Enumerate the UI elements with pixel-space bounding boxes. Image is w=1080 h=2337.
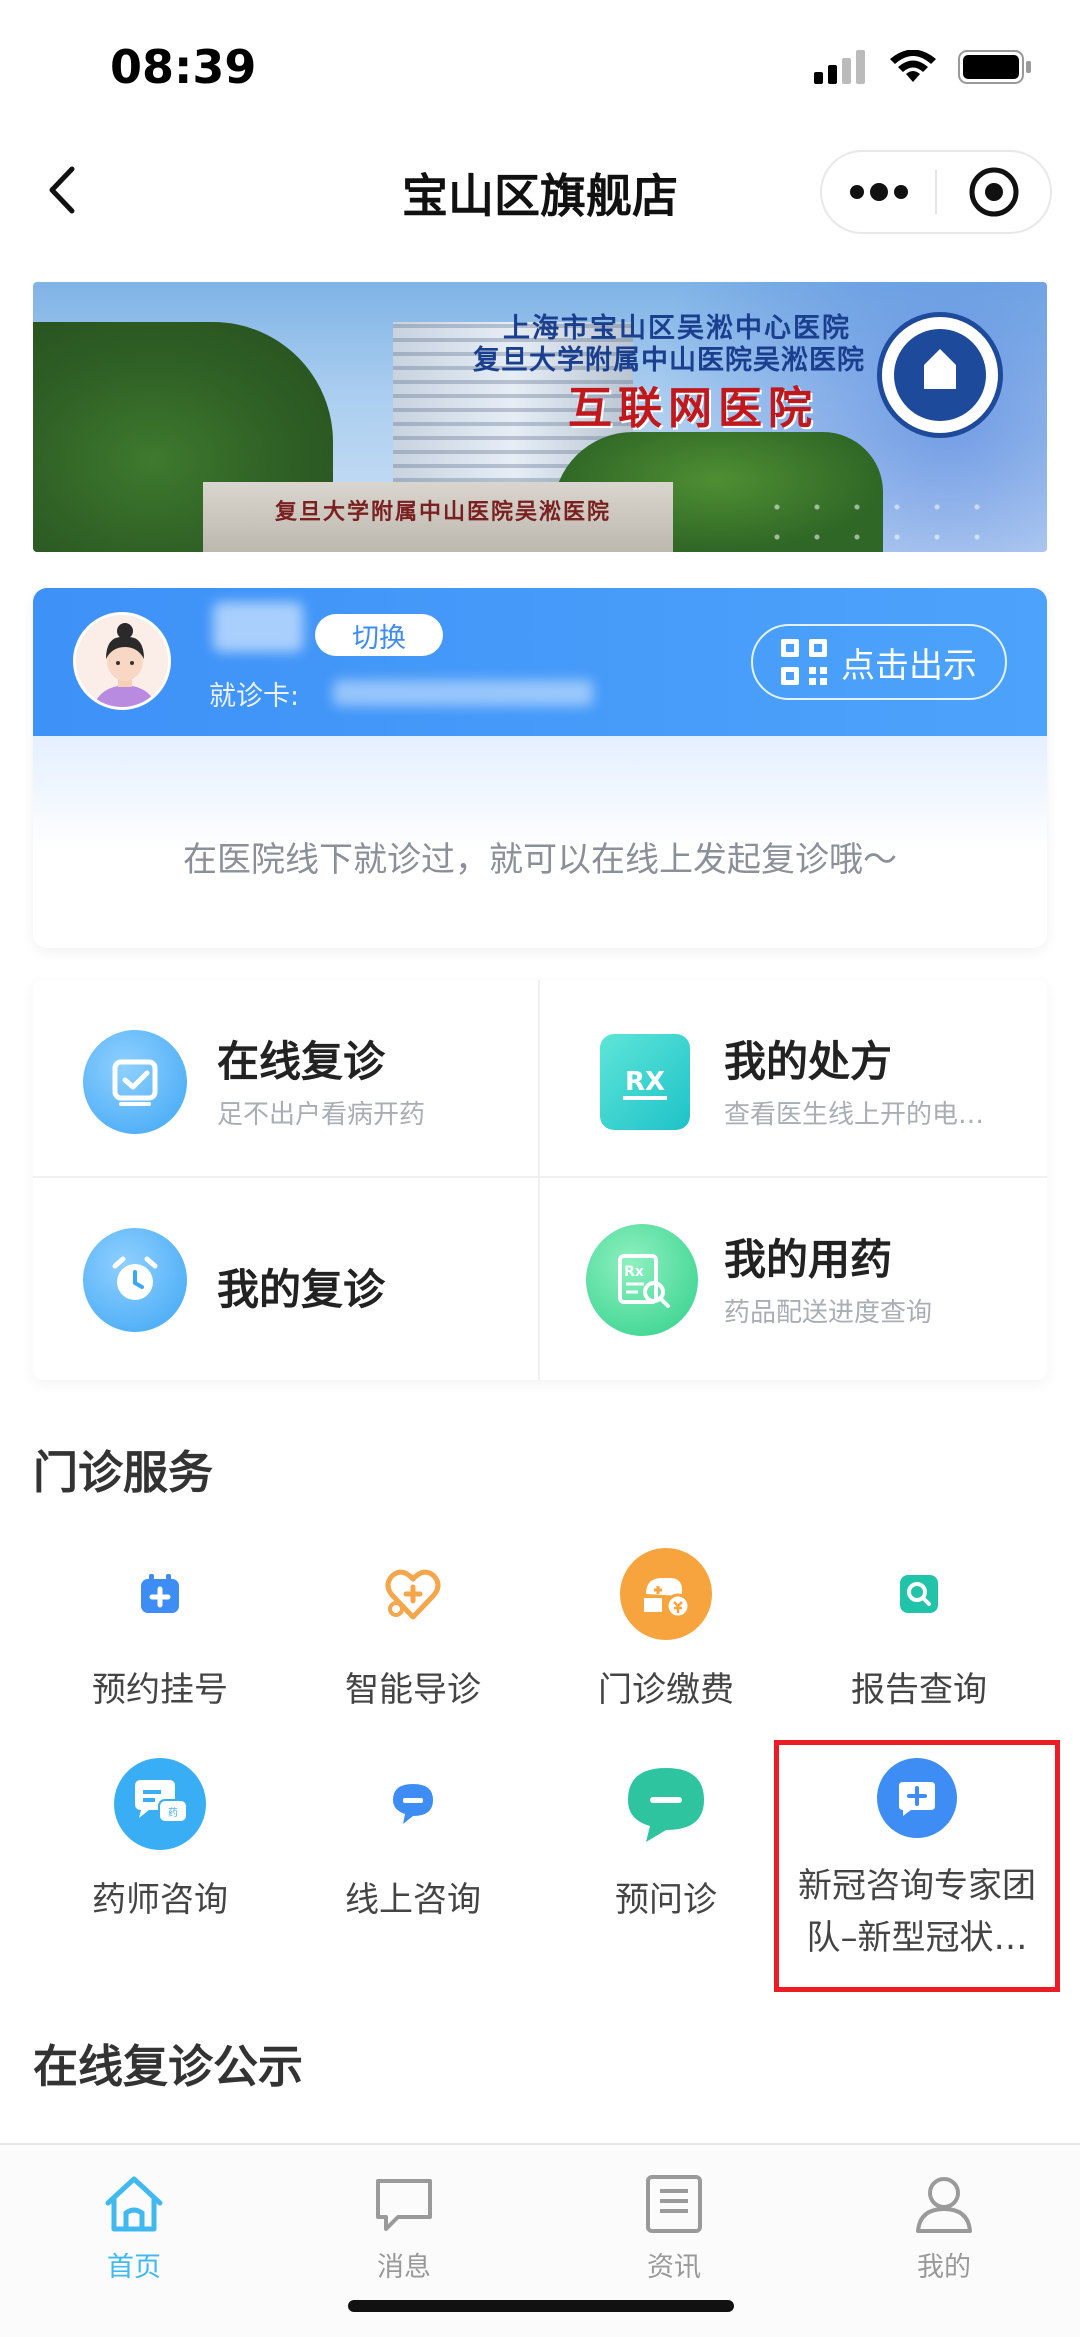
- report-search-icon: [873, 1548, 965, 1640]
- pre-consultation-service[interactable]: 预问诊: [541, 1758, 791, 1926]
- my-revisit-title: 我的复诊: [217, 1265, 386, 1314]
- pre-consultation-label: 预问诊: [615, 1880, 717, 1920]
- banner-network-dots: [757, 492, 1007, 552]
- signal-icon: [814, 50, 868, 88]
- outpatient-payment-label: 门诊缴费: [598, 1670, 734, 1710]
- show-card-label: 点击出示: [841, 645, 977, 686]
- home-indicator[interactable]: [348, 2300, 734, 2312]
- tab-news[interactable]: 资讯: [604, 2173, 744, 2284]
- card-number-label: 就诊卡:: [209, 681, 300, 712]
- svg-text:RX: RX: [625, 1067, 665, 1097]
- appointment-service[interactable]: 预约挂号: [35, 1548, 285, 1716]
- online-consult-service[interactable]: 线上咨询: [288, 1758, 538, 1926]
- highlight-box: [774, 1740, 1060, 1992]
- smart-triage-service[interactable]: 智能导诊: [288, 1548, 538, 1716]
- my-prescription-title: 我的处方: [724, 1037, 893, 1086]
- online-revisit-tile[interactable]: 在线复诊 足不出户看病开药: [33, 980, 538, 1176]
- more-button[interactable]: [822, 152, 935, 232]
- revisit-check-icon: [83, 1030, 187, 1134]
- wifi-icon: [890, 49, 936, 88]
- status-time: 08:39: [110, 40, 257, 94]
- more-dots-icon: [849, 183, 908, 201]
- svg-text:药: 药: [168, 1807, 178, 1819]
- miniapp-capsule: [820, 150, 1052, 234]
- status-icons: [814, 49, 1032, 88]
- person-icon: [916, 2177, 972, 2233]
- switch-patient-button[interactable]: 切换: [315, 614, 443, 656]
- tab-home-label: 首页: [107, 2252, 161, 2283]
- card-number-masked: [333, 680, 593, 706]
- target-circle-icon: [969, 167, 1018, 217]
- banner-internet-hospital: 互联网医院: [568, 383, 818, 434]
- online-consult-label: 线上咨询: [345, 1880, 481, 1920]
- tab-home[interactable]: 首页: [64, 2173, 204, 2284]
- my-revisit-tile[interactable]: 我的复诊: [33, 1178, 538, 1374]
- my-medication-title: 我的用药: [724, 1235, 893, 1284]
- my-medication-subtitle: 药品配送进度查询: [724, 1298, 933, 1328]
- pharmacist-consult-label: 药师咨询: [92, 1880, 228, 1920]
- chat-bubble-icon: [367, 1758, 459, 1850]
- rx-search-icon: Rx: [586, 1224, 698, 1336]
- nav-bar: 宝山区旗舰店: [0, 140, 1080, 240]
- pharmacist-chat-icon: 药: [114, 1758, 206, 1850]
- message-icon: [376, 2179, 432, 2231]
- revisit-hint: 在医院线下就诊过，就可以在线上发起复诊哦～: [183, 840, 897, 880]
- close-miniapp-button[interactable]: [937, 152, 1050, 232]
- outpatient-section-title: 门诊服务: [33, 1446, 214, 1499]
- my-prescription-subtitle: 查看医生线上开的电…: [724, 1100, 985, 1130]
- show-card-button[interactable]: 点击出示: [751, 624, 1007, 700]
- tab-messages-label: 消息: [377, 2252, 431, 2283]
- battery-icon: [958, 50, 1032, 88]
- tab-profile[interactable]: 我的: [874, 2173, 1014, 2284]
- patient-card: 切换 就诊卡: 点击出示 在医院线下就诊过，就可以在线上发起复诊哦～: [33, 588, 1047, 948]
- quick-actions-grid: 在线复诊 足不出户看病开药 RX 我的处方 查看医生线上开的电… 我的复诊 Rx…: [33, 980, 1047, 1380]
- hospital-logo: [877, 312, 1003, 438]
- my-medication-tile[interactable]: Rx 我的用药 药品配送进度查询: [540, 1178, 1045, 1374]
- tab-news-label: 资讯: [647, 2252, 701, 2283]
- news-icon: [646, 2175, 702, 2233]
- tab-messages[interactable]: 消息: [334, 2173, 474, 2284]
- status-bar: 08:39: [0, 0, 1080, 130]
- pharmacist-consult-service[interactable]: 药 药师咨询: [35, 1758, 285, 1926]
- online-revisit-title: 在线复诊: [217, 1037, 386, 1086]
- hospital-banner[interactable]: 复旦大学附属中山医院吴淞医院 上海市宝山区吴淞中心医院 复旦大学附属中山医院吴淞…: [33, 282, 1047, 552]
- avatar: [73, 612, 171, 710]
- my-prescription-tile[interactable]: RX 我的处方 查看医生线上开的电…: [540, 980, 1045, 1176]
- banner-gate-text: 复旦大学附属中山医院吴淞医院: [274, 500, 611, 525]
- smart-triage-label: 智能导诊: [345, 1670, 481, 1710]
- calendar-plus-icon: [114, 1548, 206, 1640]
- outpatient-payment-service[interactable]: 门诊缴费: [541, 1548, 791, 1716]
- patient-name-masked: [213, 602, 303, 652]
- tab-profile-label: 我的: [917, 2252, 971, 2283]
- payment-icon: [620, 1548, 712, 1640]
- qr-code-icon: [781, 639, 827, 685]
- report-query-label: 报告查询: [851, 1670, 987, 1710]
- svg-text:Rx: Rx: [624, 1264, 644, 1280]
- report-query-service[interactable]: 报告查询: [794, 1548, 1044, 1716]
- appointment-label: 预约挂号: [92, 1670, 228, 1710]
- revisit-notice-title: 在线复诊公示: [33, 2040, 304, 2093]
- home-icon: [105, 2176, 163, 2232]
- online-revisit-subtitle: 足不出户看病开药: [217, 1100, 426, 1130]
- alarm-clock-icon: [83, 1228, 187, 1332]
- heart-stethoscope-icon: [367, 1548, 459, 1640]
- rx-prescription-icon: RX: [600, 1034, 690, 1130]
- pre-consult-icon: [620, 1758, 712, 1850]
